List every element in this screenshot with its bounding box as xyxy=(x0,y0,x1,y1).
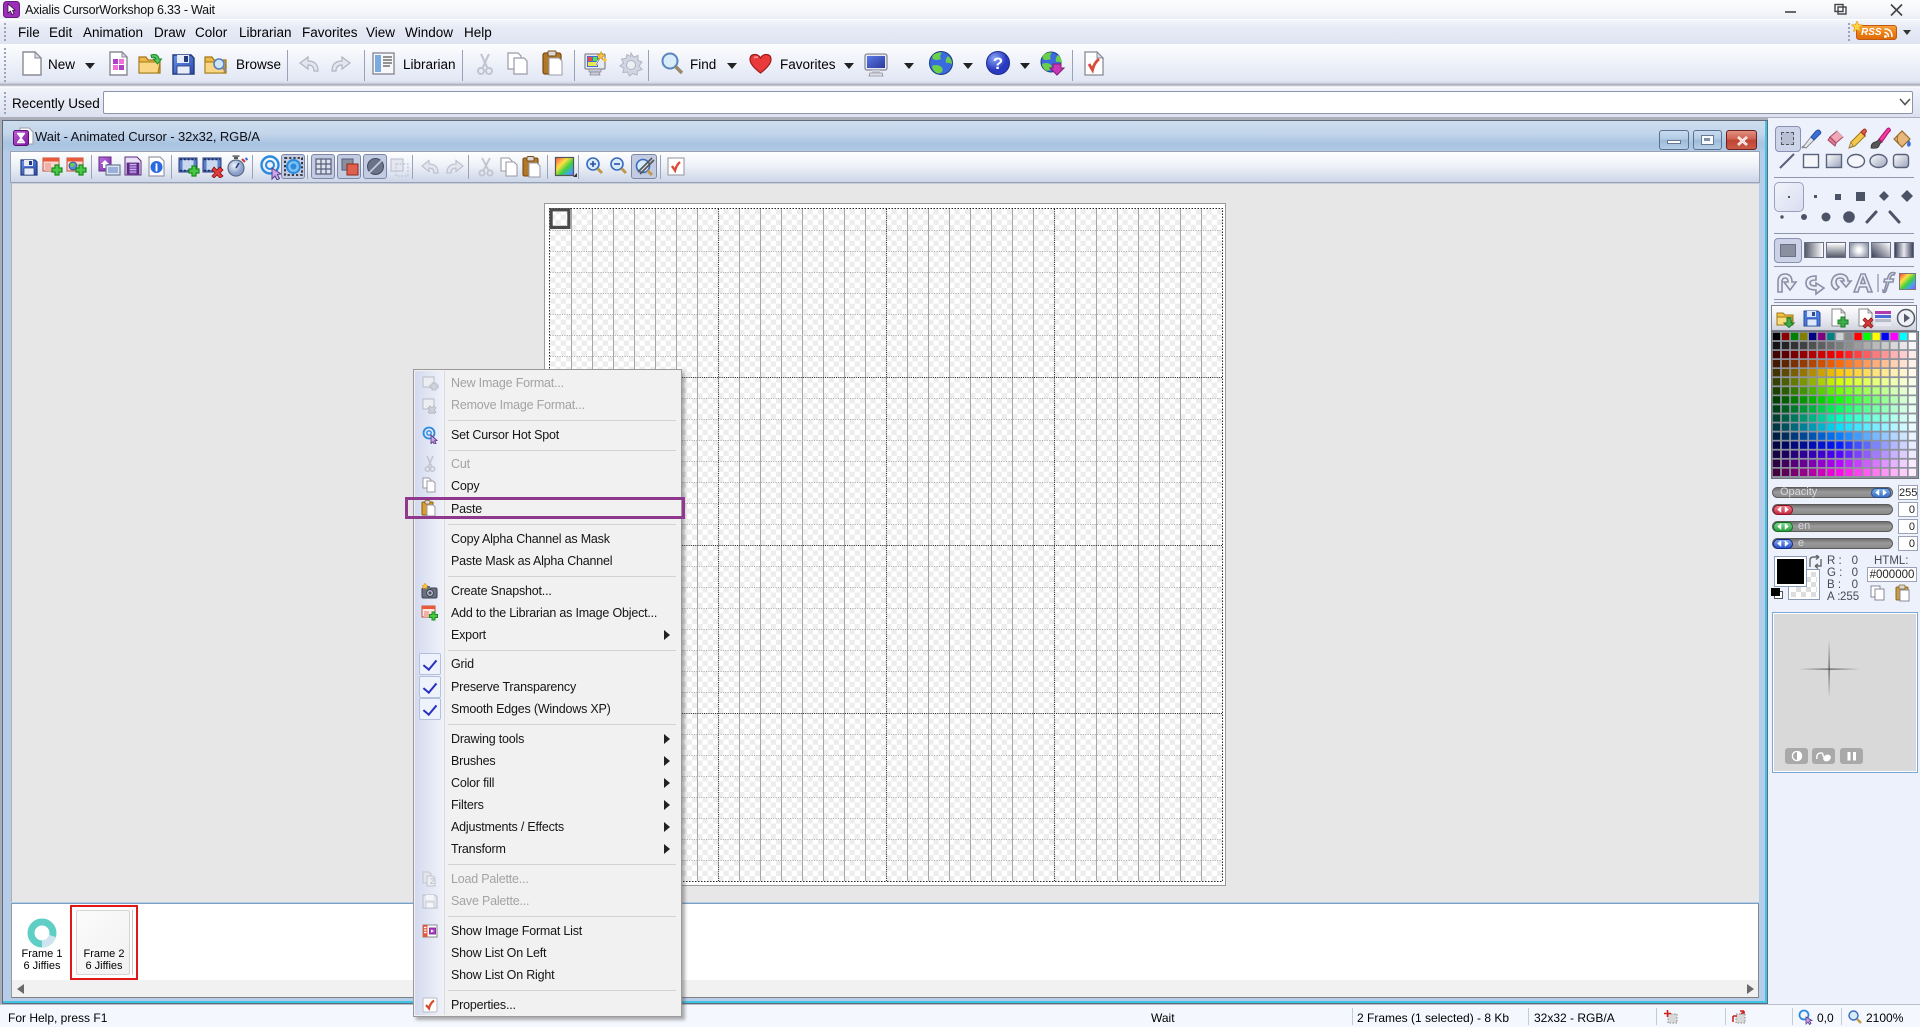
svg-text:?: ? xyxy=(993,54,1003,73)
